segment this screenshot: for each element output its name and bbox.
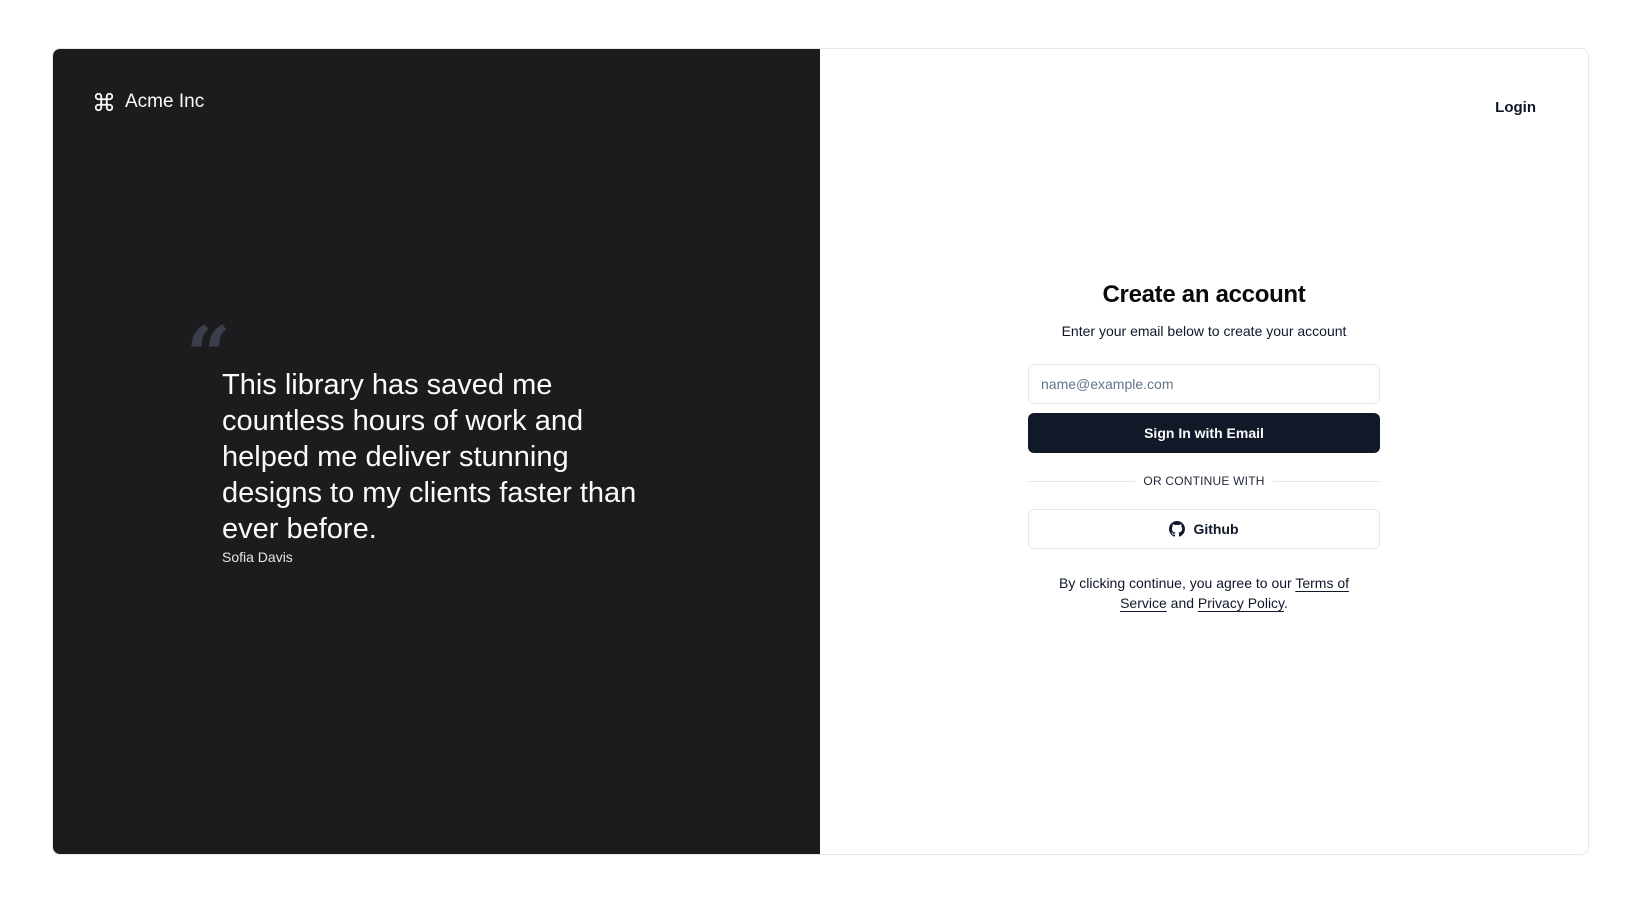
auth-card: Acme Inc “ This library has saved me cou… <box>52 48 1589 855</box>
testimonial-panel: Acme Inc “ This library has saved me cou… <box>53 49 820 854</box>
github-icon <box>1169 521 1186 537</box>
divider: Or continue with <box>1028 474 1381 488</box>
divider-line <box>1272 480 1381 482</box>
terms-middle: and <box>1166 595 1198 611</box>
sign-in-with-email-button[interactable]: Sign In with Email <box>1028 413 1380 453</box>
terms-prefix: By clicking continue, you agree to our <box>1059 575 1296 591</box>
form-panel: Login Create an account Enter your email… <box>820 49 1588 854</box>
terms-notice: By clicking continue, you agree to our T… <box>1059 573 1349 613</box>
brand: Acme Inc <box>93 91 204 113</box>
testimonial-quote: This library has saved me countless hour… <box>222 369 637 545</box>
divider-line <box>1028 480 1136 482</box>
signup-form: Create an account Enter your email below… <box>1028 281 1381 613</box>
github-button[interactable]: Github <box>1028 509 1380 549</box>
divider-label: Or continue with <box>1143 474 1265 488</box>
github-button-label: Github <box>1193 521 1239 537</box>
login-link[interactable]: Login <box>1491 93 1540 122</box>
testimonial-author: Sofia Davis <box>222 549 293 565</box>
email-field[interactable] <box>1028 364 1380 404</box>
command-icon <box>93 91 115 113</box>
terms-suffix: . <box>1284 595 1288 611</box>
privacy-policy-link[interactable]: Privacy Policy <box>1198 595 1284 611</box>
brand-name: Acme Inc <box>125 91 205 112</box>
page-title: Create an account <box>1102 281 1306 308</box>
page-subtitle: Enter your email below to create your ac… <box>1061 323 1347 339</box>
